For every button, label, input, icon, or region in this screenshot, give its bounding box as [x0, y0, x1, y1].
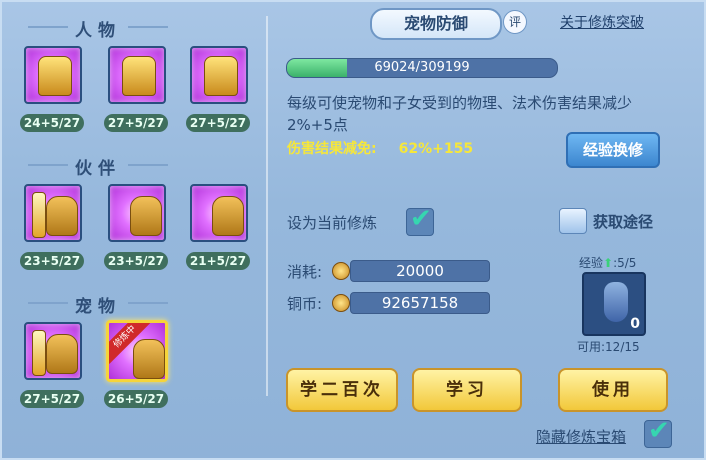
damage-label: 伤害结果减免:	[287, 141, 377, 157]
section-title-pet: 宠物	[0, 292, 196, 317]
level-label: 26+5/27	[104, 390, 168, 408]
skill-description: 每级可使宠物和子女受到的物理、法术伤害结果减少2%+5点	[287, 94, 633, 134]
potion-icon	[604, 282, 628, 322]
skill-slot-partner-2[interactable]	[108, 184, 166, 242]
exp-progress-text: 69024/309199	[374, 60, 470, 75]
section-title-partner: 伙伴	[0, 154, 196, 179]
coins-value: 92657158	[350, 292, 490, 314]
use-button[interactable]: 使用	[558, 368, 668, 412]
damage-value: 62%+155	[398, 141, 474, 157]
exp-label: 经验⬆:5/5	[579, 254, 636, 271]
pet-icon	[46, 334, 78, 374]
cost-label: 消耗:	[287, 263, 323, 281]
level-label: 23+5/27	[20, 252, 84, 270]
pet-icon	[133, 339, 165, 379]
column-divider	[266, 16, 268, 396]
exp-value: :5/5	[613, 256, 637, 270]
sword-icon	[32, 192, 46, 238]
set-current-checkbox[interactable]	[406, 204, 434, 236]
book-icon	[559, 208, 587, 234]
coin-icon	[332, 262, 350, 280]
study-200-button[interactable]: 学二百次	[286, 368, 398, 412]
evaluate-button[interactable]: 评	[503, 10, 527, 34]
exp-progress-bar: 69024/309199	[286, 58, 558, 78]
partner-icon	[212, 196, 244, 236]
skill-slot-pet-1[interactable]	[24, 322, 82, 380]
study-button[interactable]: 学习	[412, 368, 522, 412]
training-item-slot[interactable]: 0	[582, 272, 646, 336]
skill-slot-character-3[interactable]	[190, 46, 248, 104]
exp-exchange-button[interactable]: 经验换修	[566, 132, 660, 168]
level-label: 27+5/27	[20, 390, 84, 408]
skill-slot-partner-1[interactable]	[24, 184, 82, 242]
set-current-label: 设为当前修炼	[287, 214, 378, 232]
level-label: 27+5/27	[104, 114, 168, 132]
hide-chest-checkbox[interactable]	[644, 416, 672, 448]
character-magic-icon	[204, 56, 238, 96]
item-count: 0	[630, 316, 640, 332]
skill-slot-character-1[interactable]	[24, 46, 82, 104]
section-title-character: 人物	[0, 16, 196, 41]
partner-icon	[130, 196, 162, 236]
character-defense-icon	[122, 56, 156, 96]
source-link[interactable]: 获取途径	[593, 211, 653, 232]
hide-chest-label: 隐藏修炼宝箱	[536, 428, 627, 446]
level-label: 27+5/27	[186, 114, 250, 132]
level-label: 24+5/27	[20, 114, 84, 132]
level-label: 21+5/27	[186, 252, 250, 270]
exp-label-text: 经验	[579, 256, 604, 270]
sword-icon	[32, 330, 46, 376]
skill-title: 宠物防御	[370, 8, 502, 40]
coins-label: 铜币:	[287, 295, 323, 313]
skill-slot-pet-2[interactable]: 修炼中	[106, 320, 168, 382]
character-attack-icon	[38, 56, 72, 96]
up-arrow-icon: ⬆	[603, 256, 614, 270]
partner-icon	[46, 196, 78, 236]
damage-reduction: 伤害结果减免: 62%+155	[287, 138, 473, 158]
level-label: 23+5/27	[104, 252, 168, 270]
usable-count: 可用:12/15	[577, 340, 640, 354]
category-column: 人物 24+5/27 27+5/27 27+5/27 伙伴 23+5/27 23…	[0, 0, 250, 460]
coin-icon	[332, 294, 350, 312]
breakthrough-info-link[interactable]: 关于修炼突破	[560, 12, 644, 32]
skill-slot-character-2[interactable]	[108, 46, 166, 104]
skill-slot-partner-3[interactable]	[190, 184, 248, 242]
cost-value: 20000	[350, 260, 490, 282]
